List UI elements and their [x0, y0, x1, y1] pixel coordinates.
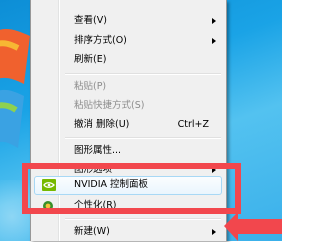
- menu-item-label: 撤消 删除(U): [74, 119, 130, 130]
- menu-item-label: 排序方式(O): [74, 35, 127, 46]
- menu-item-view[interactable]: 查看(V): [33, 11, 224, 31]
- menu-item-undo-delete[interactable]: 撤消 删除(U) Ctrl+Z: [33, 115, 224, 135]
- menu-item-sort-by[interactable]: 排序方式(O): [33, 31, 224, 51]
- menu-separator: [65, 218, 221, 220]
- menu-item-shortcut: Ctrl+Z: [177, 119, 209, 130]
- menu-item-new[interactable]: 新建(W): [33, 222, 224, 242]
- menu-item-paste-shortcut[interactable]: 粘贴快捷方式(S): [33, 96, 224, 116]
- menu-item-label: 新建(W): [74, 226, 110, 237]
- menu-separator: [65, 137, 221, 139]
- menu-item-label: 刷新(E): [74, 54, 107, 65]
- menu-item-label: 查看(V): [74, 15, 107, 26]
- menu-item-label: 粘贴快捷方式(S): [74, 100, 145, 111]
- highlight-box: [22, 163, 241, 214]
- menu-item-label: 图形属性...: [74, 145, 122, 156]
- submenu-arrow-icon: [212, 18, 216, 24]
- menu-item-label: 粘贴(P): [74, 81, 107, 92]
- menu-separator: [65, 73, 221, 75]
- submenu-arrow-icon: [212, 229, 216, 235]
- menu-item-refresh[interactable]: 刷新(E): [33, 50, 224, 70]
- submenu-arrow-icon: [212, 38, 216, 44]
- pointer-arrow-icon: [224, 212, 282, 241]
- menu-item-graphics-properties[interactable]: 图形属性...: [33, 141, 224, 161]
- menu-item-paste[interactable]: 粘贴(P): [33, 77, 224, 97]
